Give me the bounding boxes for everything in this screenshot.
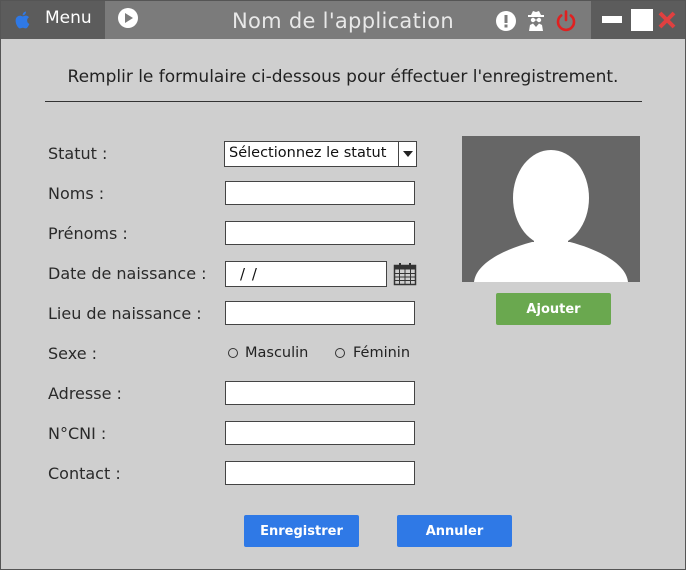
maximize-icon[interactable] (631, 9, 653, 31)
adresse-input[interactable] (225, 381, 415, 405)
adresse-label: Adresse : (48, 384, 122, 403)
radio-feminin[interactable] (335, 348, 345, 358)
radio-masculin[interactable] (228, 348, 238, 358)
statut-label: Statut : (48, 144, 108, 163)
contact-input[interactable] (225, 461, 415, 485)
radio-masculin-label[interactable]: Masculin (245, 345, 308, 361)
title-bar: Menu Nom de l'application (1, 1, 685, 39)
divider (45, 101, 642, 102)
close-icon[interactable] (657, 10, 677, 30)
noms-label: Noms : (48, 184, 105, 203)
lieu-naissance-input[interactable] (225, 301, 415, 325)
date-naissance-label: Date de naissance : (48, 264, 207, 283)
contact-label: Contact : (48, 464, 121, 483)
window-controls (591, 1, 685, 39)
statut-selected-value: Sélectionnez le statut (229, 145, 387, 161)
radio-feminin-label[interactable]: Féminin (353, 345, 410, 361)
prenoms-input[interactable] (225, 221, 415, 245)
avatar-icon (474, 150, 628, 282)
statut-select[interactable]: Sélectionnez le statut (224, 141, 417, 167)
noms-input[interactable] (225, 181, 415, 205)
app-title: Nom de l'application (231, 9, 455, 33)
minimize-icon[interactable] (602, 16, 622, 23)
add-photo-button[interactable]: Ajouter (496, 293, 611, 325)
save-button[interactable]: Enregistrer (244, 515, 359, 547)
sexe-label: Sexe : (48, 344, 98, 363)
dropdown-button[interactable] (398, 142, 416, 166)
lieu-naissance-label: Lieu de naissance : (48, 304, 202, 323)
date-value: / / (240, 265, 258, 283)
cni-input[interactable] (225, 421, 415, 445)
form-instructions: Remplir le formulaire ci-dessous pour éf… (67, 67, 619, 87)
power-icon[interactable] (554, 9, 578, 33)
calendar-icon[interactable] (393, 262, 417, 286)
cni-label: N°CNI : (48, 424, 107, 443)
app-window: Menu Nom de l'application Remplir le for… (0, 0, 686, 570)
photo-placeholder (462, 136, 640, 282)
prenoms-label: Prénoms : (48, 224, 128, 243)
alert-icon[interactable] (495, 10, 517, 32)
spy-icon[interactable] (524, 9, 548, 33)
chevron-down-icon (403, 151, 413, 157)
cancel-button[interactable]: Annuler (397, 515, 512, 547)
date-naissance-input[interactable]: / / (225, 261, 387, 287)
